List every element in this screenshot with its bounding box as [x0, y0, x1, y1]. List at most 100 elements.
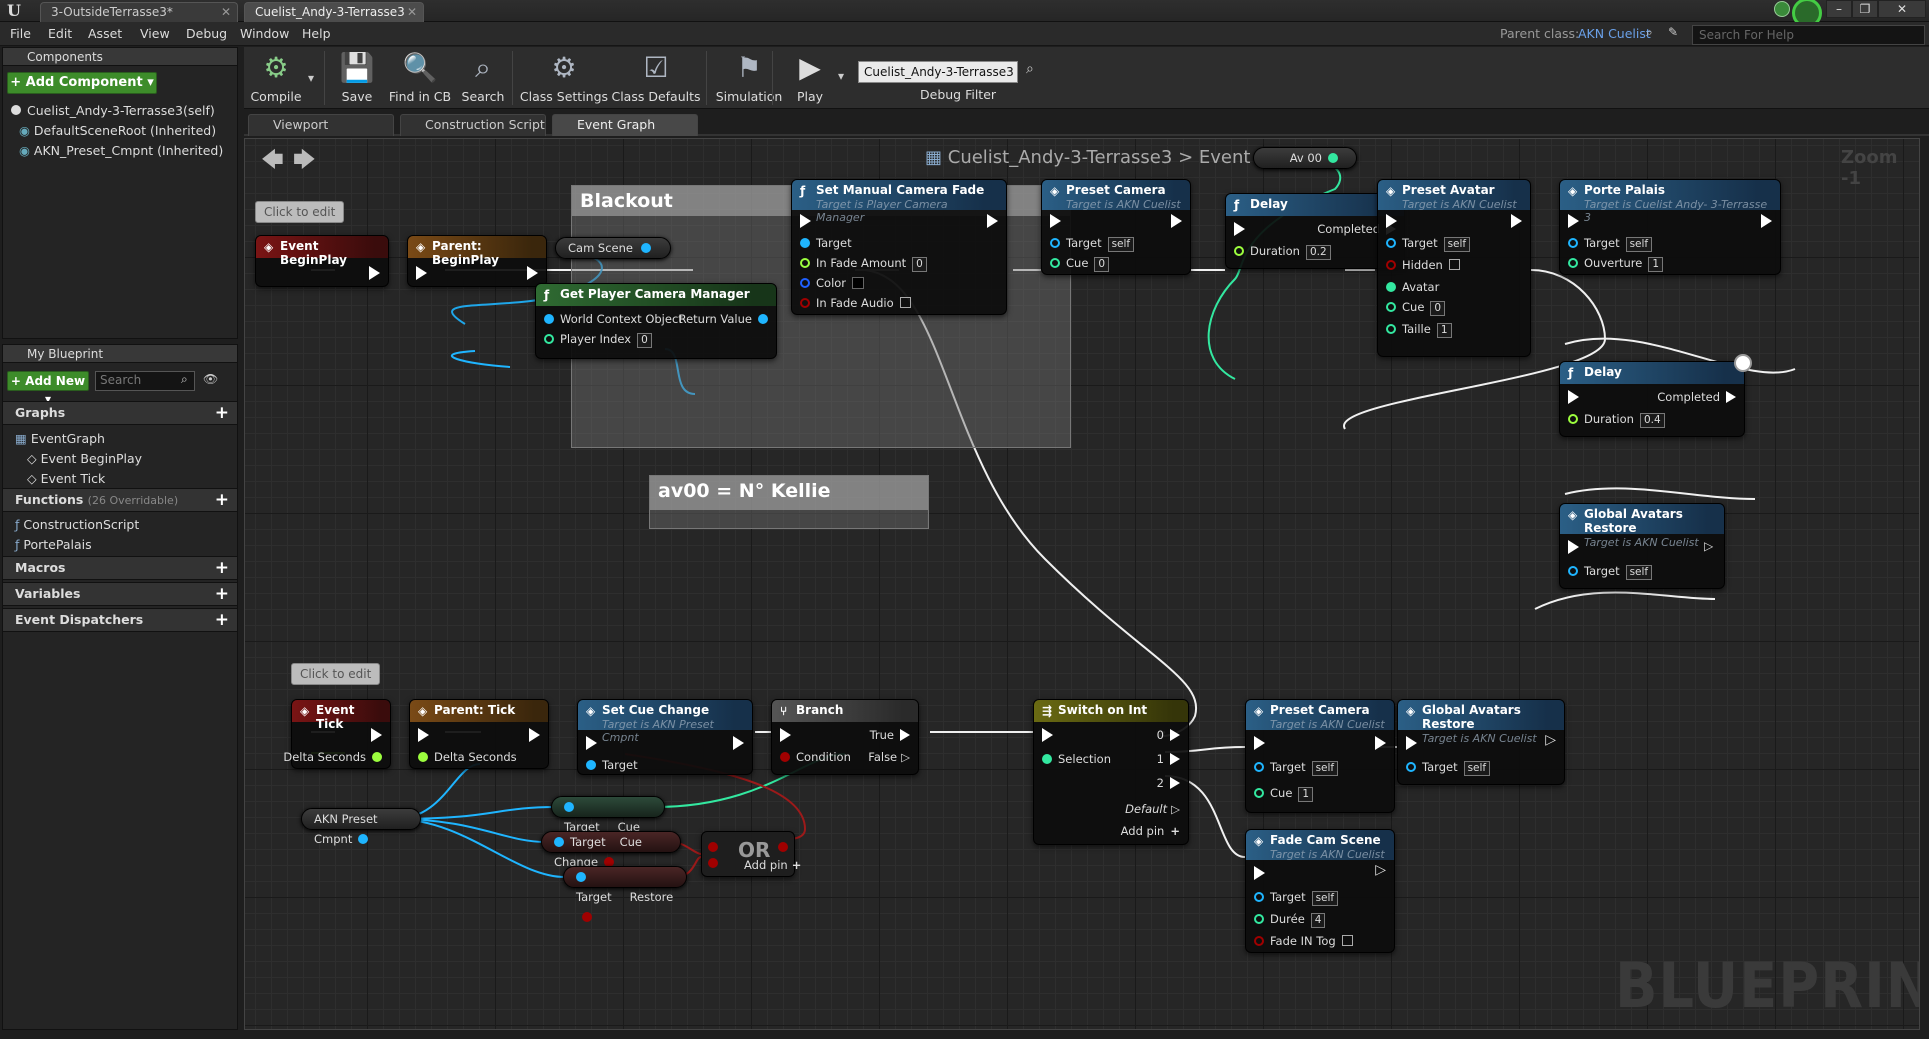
- getter-cue-change[interactable]: Target Cue Change: [541, 831, 681, 869]
- exec-in-pin[interactable]: [1386, 214, 1397, 228]
- forward-arrow-icon[interactable]: 🡆: [293, 143, 316, 181]
- tab-viewport[interactable]: Viewport: [248, 114, 394, 136]
- wrench-icon[interactable]: ✎: [1668, 25, 1678, 39]
- node-parent-tick[interactable]: ◈ Parent: Tick Delta Seconds: [409, 699, 549, 769]
- comment-note-begin[interactable]: Click to edit: [255, 201, 345, 223]
- minimize-button[interactable]: –: [1826, 0, 1852, 18]
- pin-return-value[interactable]: Return Value: [679, 312, 768, 326]
- pin-out-2[interactable]: 2: [1157, 776, 1180, 790]
- add-new-button[interactable]: + Add New ▾: [7, 371, 89, 406]
- exec-in-pin[interactable]: [1050, 214, 1061, 228]
- compile-button[interactable]: ⚙ Compile: [248, 49, 304, 107]
- exec-in-pin[interactable]: [1568, 390, 1579, 404]
- exec-in-pin[interactable]: [418, 728, 429, 742]
- exec-in-pin[interactable]: [1568, 540, 1579, 554]
- exec-in-pin[interactable]: [1254, 736, 1265, 750]
- checkbox[interactable]: [899, 297, 911, 308]
- component-self[interactable]: Cuelist_Andy-3-Terrasse3(self): [11, 103, 215, 118]
- bool-pin[interactable]: [708, 858, 718, 868]
- menu-window[interactable]: Window: [240, 26, 289, 41]
- help-search-input[interactable]: Search For Help: [1692, 25, 1925, 45]
- pin-delta-seconds[interactable]: Delta Seconds: [418, 750, 517, 764]
- maximize-button[interactable]: ❐: [1852, 0, 1878, 18]
- checkbox[interactable]: [1341, 935, 1353, 946]
- exec-out-pin[interactable]: [1171, 214, 1182, 228]
- object-pin[interactable]: [358, 834, 369, 844]
- pin-target[interactable]: Target self: [1254, 760, 1339, 776]
- pin-value[interactable]: 1: [1298, 787, 1314, 802]
- add-icon[interactable]: +: [215, 583, 229, 605]
- menu-asset[interactable]: Asset: [88, 26, 122, 41]
- menu-file[interactable]: File: [10, 26, 31, 41]
- comment-av00[interactable]: av00 = N° Kellie: [649, 475, 929, 529]
- doc-tab-blueprint[interactable]: Cuelist_Andy-3-Terrasse3 ✕: [244, 2, 424, 22]
- pin-target[interactable]: Target self: [1386, 236, 1471, 252]
- menu-view[interactable]: View: [140, 26, 170, 41]
- functions-section[interactable]: Functions (26 Overridable) +: [3, 488, 237, 512]
- pin-ouverture[interactable]: Ouverture 1: [1568, 256, 1663, 272]
- close-icon[interactable]: ✕: [221, 3, 231, 21]
- macros-section[interactable]: Macros +: [3, 556, 237, 580]
- exec-in-pin[interactable]: [1568, 214, 1579, 228]
- pin-default[interactable]: Default ▷: [1125, 802, 1180, 816]
- node-or[interactable]: OR Add pin +: [701, 831, 801, 877]
- pin-in-fade-audio[interactable]: In Fade Audio: [800, 296, 911, 310]
- node-fade-cam-scene[interactable]: ◈ Fade Cam Scene Target is AKN Cuelist ▷ T…: [1245, 829, 1395, 953]
- pin-out-1[interactable]: 1: [1157, 752, 1180, 766]
- pin-value[interactable]: 0.4: [1639, 413, 1665, 428]
- node-parent-beginplay[interactable]: ◈ Parent: BeginPlay: [407, 235, 547, 287]
- variable-av00[interactable]: Av 00: [1253, 147, 1357, 169]
- pin-target[interactable]: Target: [586, 758, 638, 772]
- source-control-icon[interactable]: [1774, 1, 1790, 17]
- pin-value[interactable]: 0.2: [1305, 245, 1331, 260]
- pin-out-0[interactable]: 0: [1157, 728, 1180, 742]
- pin-taille[interactable]: Taille 1: [1386, 322, 1452, 338]
- add-icon[interactable]: +: [215, 609, 229, 631]
- exec-out-pin[interactable]: ▷: [1545, 732, 1556, 748]
- class-settings-button[interactable]: ⚙ Class Settings: [516, 49, 612, 107]
- pin-color[interactable]: Color: [800, 276, 865, 290]
- exec-out-pin[interactable]: ▷: [1375, 862, 1386, 878]
- int-pin[interactable]: [1328, 153, 1338, 163]
- pin-target[interactable]: Target: [800, 236, 852, 250]
- pin-value[interactable]: 4: [1310, 913, 1326, 928]
- pin-condition[interactable]: Condition: [780, 750, 851, 764]
- exec-out-pin[interactable]: [733, 736, 744, 750]
- menu-debug[interactable]: Debug: [186, 26, 227, 41]
- breadcrumb-root[interactable]: Cuelist_Andy-3-Terrasse3: [948, 147, 1173, 168]
- save-button[interactable]: 💾 Save: [332, 49, 382, 107]
- pin-duree[interactable]: Durée 4: [1254, 912, 1326, 928]
- pin-selection[interactable]: Selection: [1042, 752, 1111, 766]
- pin-value[interactable]: 0: [1430, 301, 1446, 316]
- my-blueprint-tab[interactable]: My Blueprint: [3, 345, 237, 363]
- exec-out-pin[interactable]: [369, 266, 380, 280]
- pin-target[interactable]: Target self: [1568, 564, 1653, 580]
- pin-duration[interactable]: Duration 0.2: [1234, 244, 1331, 260]
- graph-eventgraph[interactable]: ▦ EventGraph: [15, 431, 105, 446]
- add-icon[interactable]: +: [215, 402, 229, 424]
- parent-class-link[interactable]: AKN Cuelist: [1578, 26, 1651, 41]
- object-pin[interactable]: [576, 872, 586, 882]
- exec-in-pin[interactable]: [800, 214, 811, 228]
- object-pin[interactable]: [564, 802, 574, 812]
- play-button[interactable]: ▶ Play: [778, 49, 842, 107]
- exec-out-pin[interactable]: [529, 728, 540, 742]
- event-dispatchers-section[interactable]: Event Dispatchers +: [3, 608, 237, 632]
- node-switch-on-int[interactable]: ⇶ Switch on Int Selection 0 1 2 Default ▷ …: [1033, 699, 1189, 845]
- exec-out-pin[interactable]: ▷: [1704, 539, 1716, 554]
- pin-hidden[interactable]: Hidden: [1386, 258, 1460, 272]
- bool-pin[interactable]: [778, 842, 788, 852]
- doc-tab-level[interactable]: 3-OutsideTerrasse3* ✕: [40, 2, 238, 22]
- pin-delta-seconds[interactable]: Delta Seconds: [283, 750, 382, 764]
- node-global-avatars-restore-2[interactable]: ◈ Global Avatars Restore Target is AKN Cue…: [1397, 699, 1565, 785]
- search-button[interactable]: ⌕ Search: [458, 49, 508, 107]
- exec-out-pin[interactable]: [527, 266, 538, 280]
- variable-akn-preset-cmpnt[interactable]: AKN Preset Cmpnt: [301, 808, 421, 846]
- pin-value[interactable]: 0: [637, 333, 652, 348]
- graphs-section[interactable]: Graphs +: [3, 401, 237, 425]
- back-arrow-icon[interactable]: 🡄: [261, 143, 284, 181]
- pin-target[interactable]: Target self: [1406, 760, 1491, 776]
- exec-in-pin[interactable]: [1042, 728, 1053, 742]
- exec-out-pin[interactable]: [987, 214, 998, 228]
- variables-section[interactable]: Variables +: [3, 582, 237, 606]
